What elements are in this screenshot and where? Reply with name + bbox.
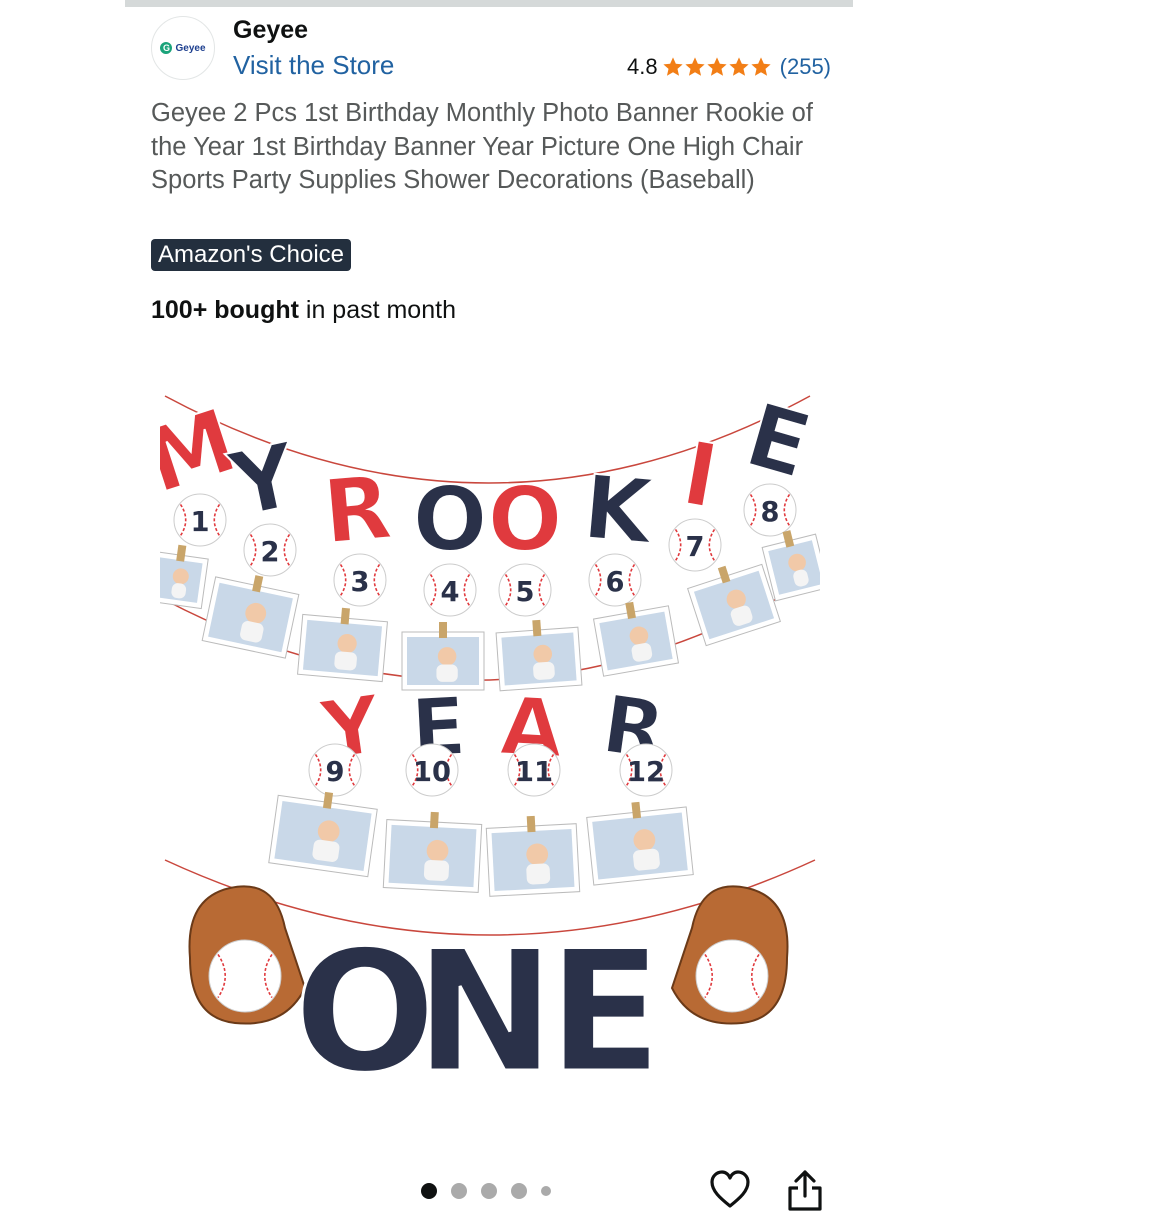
baby-photo (485, 815, 581, 897)
rating-count: (255) (779, 54, 831, 79)
banner-letter: Y (221, 423, 307, 537)
baby-photo (268, 791, 378, 878)
brand-row: G Geyee Geyee Visit the Store 4.8 (255) (151, 16, 831, 82)
ball-number: 4 (441, 577, 460, 608)
ball-number: 12 (627, 757, 665, 788)
star-icon (685, 57, 705, 76)
bought-suffix: in past month (298, 296, 456, 324)
product-title: Geyee 2 Pcs 1st Birthday Monthly Photo B… (151, 99, 813, 195)
banner-letter: O (488, 468, 563, 571)
star-icon (707, 57, 727, 76)
ball-number: 2 (261, 537, 280, 568)
clothespin (526, 815, 536, 833)
baseball-number-tag: 1 (173, 493, 227, 547)
banner-letter-one: E (548, 914, 663, 1090)
ball-number: 9 (326, 757, 345, 788)
product-image[interactable]: M1 Y2 R3O4O5K6I7E8Y9 E10 A11 R12ONE (160, 390, 820, 1090)
carousel-dots (421, 1183, 565, 1199)
brand-name[interactable]: Geyee (233, 16, 308, 45)
baseball-number-tag: 5 (498, 563, 552, 617)
carousel-dot[interactable] (451, 1183, 467, 1199)
banner-letter: I (675, 421, 725, 528)
clothespin (340, 607, 350, 625)
baseball-number-tag: 4 (423, 563, 477, 617)
ball-number: 5 (516, 577, 535, 608)
banner-letter-one: N (415, 914, 556, 1090)
rating-score: 4.8 (627, 54, 658, 79)
baby-photo (201, 575, 300, 659)
star-rating (662, 56, 772, 78)
baseball-number-tag: 12 (619, 743, 673, 797)
baseball-number-tag: 3 (333, 553, 387, 607)
banner-letter: O (413, 468, 488, 571)
baseball-number-tag: 6 (588, 553, 642, 607)
ball-number: 11 (515, 757, 553, 788)
bought-in-past-month: 100+ bought in past month (151, 296, 456, 325)
clothespin (429, 811, 439, 829)
carousel-dot[interactable] (481, 1183, 497, 1199)
brand-logo[interactable]: G Geyee (151, 16, 215, 80)
heart-icon[interactable] (708, 1168, 752, 1212)
banner-letter: R (319, 455, 395, 564)
baseball-number-tag: 2 (243, 523, 297, 577)
baby-photo (297, 607, 388, 683)
star-icon (663, 57, 683, 76)
top-divider (125, 0, 853, 7)
visit-store-link[interactable]: Visit the Store (233, 50, 394, 81)
banner-letter: E (735, 390, 820, 498)
banner-letter: K (579, 455, 659, 564)
baseball-number-tag: 11 (507, 743, 561, 797)
ball-number: 7 (686, 532, 705, 563)
star-icon (751, 57, 771, 76)
baby-photo (160, 544, 209, 610)
brand-logo-text: Geyee (175, 42, 206, 54)
clothespin (439, 622, 447, 638)
brand-logo-mark: G (160, 42, 173, 54)
amazons-choice-badge: Amazon's Choice (151, 239, 351, 271)
ball-number: 6 (606, 567, 625, 598)
clothespin (532, 619, 542, 637)
baseball-number-tag: 7 (668, 518, 722, 572)
ball-number: 10 (413, 757, 451, 788)
ball-number: 3 (351, 567, 370, 598)
baby-photo (382, 811, 483, 893)
clothespin (631, 801, 642, 819)
share-icon[interactable] (786, 1168, 824, 1212)
carousel-dot[interactable] (511, 1183, 527, 1199)
rating-summary[interactable]: 4.8 (255) (627, 54, 831, 80)
baby-photo (586, 801, 694, 886)
baseball-number-tag: 10 (405, 743, 459, 797)
ball-number: 1 (191, 507, 210, 538)
baseball-number-tag: 9 (308, 743, 362, 797)
bought-count: 100+ bought (151, 296, 299, 324)
carousel-dot[interactable] (421, 1183, 437, 1199)
carousel-dot[interactable] (541, 1186, 551, 1196)
baseball-number-tag: 8 (743, 483, 797, 537)
ball-number: 8 (761, 497, 780, 528)
star-icon (729, 57, 749, 76)
baby-photo (592, 601, 680, 677)
